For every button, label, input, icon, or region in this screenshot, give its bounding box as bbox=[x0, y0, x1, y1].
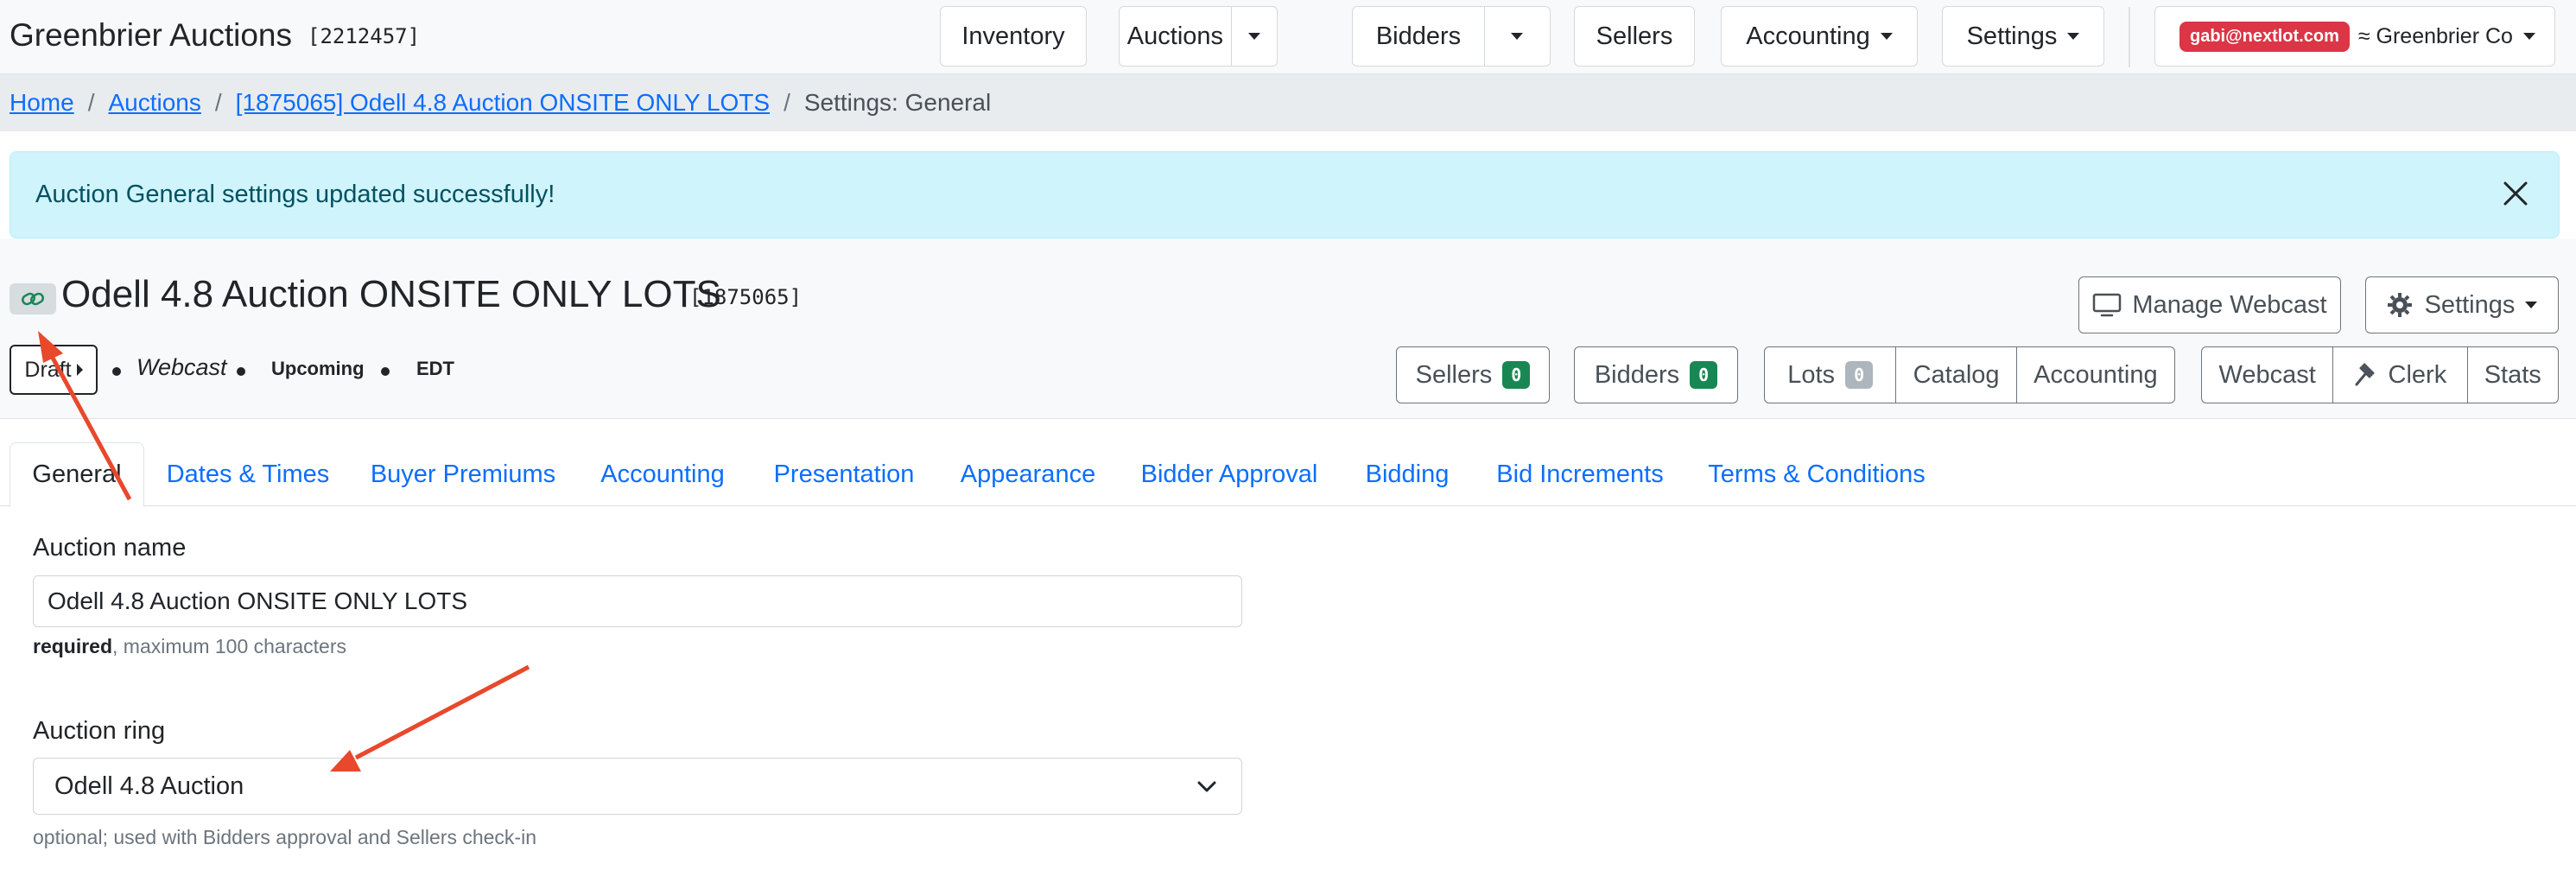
chevron-down-icon bbox=[1197, 781, 1216, 792]
nav-auctions-button[interactable]: Auctions bbox=[1120, 7, 1231, 66]
tab-buyer-premiums[interactable]: Buyer Premiums bbox=[363, 442, 563, 506]
auction-settings-button[interactable]: Settings bbox=[2365, 276, 2559, 333]
settings-tabs: General Dates & Times Buyer Premiums Acc… bbox=[0, 442, 2576, 507]
auction-name-help-text: , maximum 100 characters bbox=[112, 635, 347, 657]
clerk-button[interactable]: Clerk bbox=[2332, 347, 2466, 403]
caret-down-icon bbox=[1247, 33, 1260, 40]
tab-bidding[interactable]: Bidding bbox=[1355, 442, 1460, 506]
copy-link-button[interactable] bbox=[10, 283, 56, 314]
breadcrumb-current: Settings: General bbox=[803, 89, 992, 116]
close-icon[interactable] bbox=[2500, 178, 2531, 209]
nav-settings-label: Settings bbox=[1966, 22, 2058, 50]
manage-webcast-label: Manage Webcast bbox=[2132, 290, 2327, 319]
auction-id: [1875065] bbox=[689, 285, 803, 309]
breadcrumb-separator: / bbox=[87, 89, 95, 116]
nav-inventory-button[interactable]: Inventory bbox=[940, 6, 1087, 67]
auction-name-help: required, maximum 100 characters bbox=[33, 635, 346, 658]
tab-accounting[interactable]: Accounting bbox=[589, 442, 736, 506]
webcast-button-group: Webcast Clerk Stats bbox=[2201, 346, 2559, 403]
status-draft-button[interactable]: Draft bbox=[10, 345, 98, 395]
breadcrumb-separator: / bbox=[214, 89, 222, 116]
lots-button-group: Lots 0 Catalog Accounting bbox=[1764, 346, 2175, 403]
auction-name-help-required: required bbox=[33, 635, 113, 657]
tab-terms-conditions[interactable]: Terms & Conditions bbox=[1700, 442, 1933, 506]
nav-auctions-group: Auctions bbox=[1119, 6, 1278, 67]
breadcrumb-separator: / bbox=[784, 89, 790, 116]
bidders-count-badge: 0 bbox=[1690, 361, 1718, 389]
auction-name-input[interactable]: Odell 4.8 Auction ONSITE ONLY LOTS bbox=[33, 575, 1242, 627]
nav-accounting-label: Accounting bbox=[1746, 22, 1870, 50]
breadcrumb-auctions[interactable]: Auctions bbox=[108, 89, 200, 117]
gear-icon bbox=[2387, 293, 2412, 317]
breadcrumb-auction[interactable]: [1875065] Odell 4.8 Auction ONSITE ONLY … bbox=[236, 89, 770, 117]
bidders-button[interactable]: Bidders 0 bbox=[1574, 346, 1738, 403]
nav-bidders-button[interactable]: Bidders bbox=[1353, 7, 1484, 66]
lots-count-badge: 0 bbox=[1845, 361, 1874, 389]
success-alert: Auction General settings updated success… bbox=[10, 151, 2560, 238]
caret-down-icon bbox=[1511, 33, 1524, 40]
user-menu-button[interactable]: gabi@nextlot.com ≈ Greenbrier Co bbox=[2154, 6, 2555, 67]
nav-auctions-dropdown-toggle[interactable] bbox=[1230, 7, 1277, 66]
breadcrumb-home[interactable]: Home bbox=[10, 89, 74, 117]
webcast-button[interactable]: Webcast bbox=[2202, 347, 2332, 403]
separator-dot bbox=[237, 367, 245, 376]
caret-down-icon bbox=[2525, 302, 2538, 308]
caret-right-icon bbox=[76, 364, 83, 376]
sellers-label: Sellers bbox=[1415, 360, 1493, 389]
nav-bidders-group: Bidders bbox=[1352, 6, 1551, 67]
clerk-label: Clerk bbox=[2388, 360, 2447, 389]
auction-timezone: EDT bbox=[416, 358, 454, 379]
sellers-count-badge: 0 bbox=[1502, 361, 1531, 389]
auction-type: Webcast bbox=[136, 354, 227, 380]
link-icon bbox=[22, 292, 44, 306]
caret-down-icon bbox=[1880, 33, 1893, 40]
stats-button[interactable]: Stats bbox=[2466, 347, 2558, 403]
sellers-button[interactable]: Sellers 0 bbox=[1396, 346, 1550, 403]
separator-dot bbox=[112, 367, 121, 376]
catalog-button[interactable]: Catalog bbox=[1895, 347, 2015, 403]
top-navbar: Greenbrier Auctions [2212457] Inventory … bbox=[0, 0, 2576, 74]
separator-dot bbox=[381, 367, 390, 376]
page-title: Odell 4.8 Auction ONSITE ONLY LOTS bbox=[61, 273, 721, 315]
lots-label: Lots bbox=[1787, 360, 1836, 389]
lots-button[interactable]: Lots 0 bbox=[1765, 347, 1895, 403]
caret-down-icon bbox=[2067, 33, 2080, 40]
auction-ring-help: optional; used with Bidders approval and… bbox=[33, 826, 536, 848]
brand-name[interactable]: Greenbrier Auctions bbox=[10, 17, 292, 54]
brand-id: [2212457] bbox=[308, 24, 421, 48]
accounting-button[interactable]: Accounting bbox=[2015, 347, 2174, 403]
alert-message: Auction General settings updated success… bbox=[35, 181, 555, 208]
nav-settings-button[interactable]: Settings bbox=[1942, 6, 2104, 67]
tab-dates-times[interactable]: Dates & Times bbox=[159, 442, 337, 506]
tab-general[interactable]: General bbox=[10, 442, 144, 507]
auction-state: Upcoming bbox=[271, 358, 365, 379]
auction-ring-label: Auction ring bbox=[33, 717, 166, 745]
nav-divider bbox=[2129, 7, 2130, 67]
nav-bidders-dropdown-toggle[interactable] bbox=[1483, 7, 1550, 66]
user-email-badge: gabi@nextlot.com bbox=[2179, 21, 2350, 52]
annotation-arrow bbox=[330, 664, 530, 772]
nav-accounting-button[interactable]: Accounting bbox=[1721, 6, 1918, 67]
tab-bid-increments[interactable]: Bid Increments bbox=[1486, 442, 1674, 506]
tab-presentation[interactable]: Presentation bbox=[762, 442, 926, 506]
auction-ring-value: Odell 4.8 Auction bbox=[54, 772, 244, 800]
status-draft-label: Draft bbox=[24, 357, 72, 382]
company-name: ≈ Greenbrier Co bbox=[2357, 23, 2513, 48]
monitor-icon bbox=[2093, 293, 2122, 317]
gavel-icon bbox=[2355, 363, 2375, 386]
caret-down-icon bbox=[2522, 33, 2535, 40]
tab-appearance[interactable]: Appearance bbox=[952, 442, 1104, 506]
bidders-label: Bidders bbox=[1594, 360, 1680, 389]
nav-sellers-button[interactable]: Sellers bbox=[1574, 6, 1695, 67]
manage-webcast-button[interactable]: Manage Webcast bbox=[2078, 276, 2341, 333]
tab-bidder-approval[interactable]: Bidder Approval bbox=[1130, 442, 1329, 506]
auction-name-label: Auction name bbox=[33, 534, 187, 562]
auction-settings-label: Settings bbox=[2424, 290, 2516, 319]
breadcrumb: Home / Auctions / [1875065] Odell 4.8 Au… bbox=[0, 74, 2576, 131]
auction-ring-select[interactable]: Odell 4.8 Auction bbox=[33, 758, 1242, 815]
